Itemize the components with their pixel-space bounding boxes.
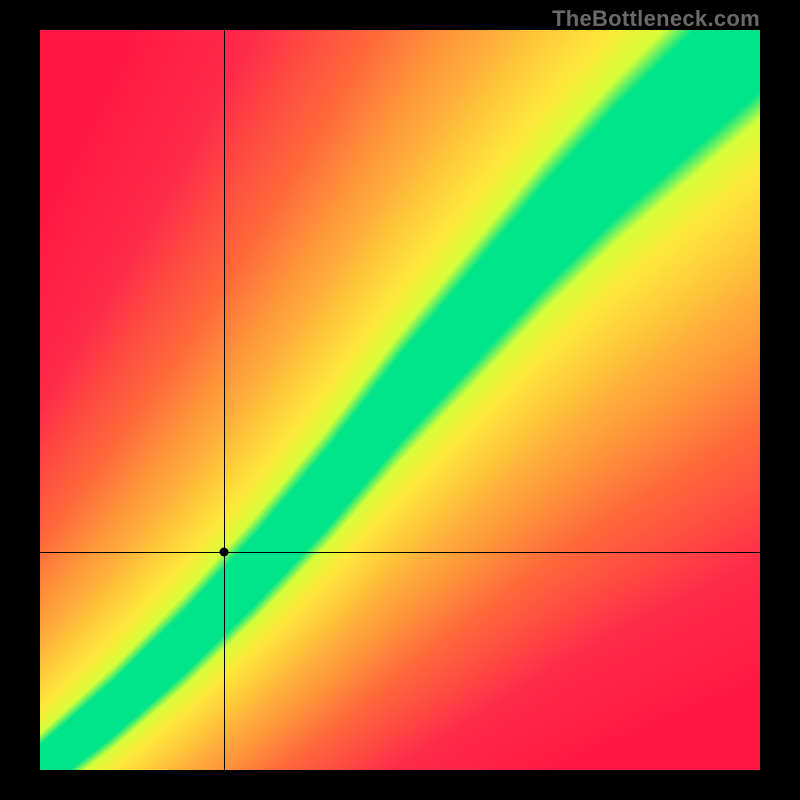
heatmap-canvas <box>40 30 760 770</box>
crosshair-marker-dot <box>219 547 228 556</box>
chart-frame: TheBottleneck.com <box>0 0 800 800</box>
watermark-text: TheBottleneck.com <box>552 6 760 32</box>
heatmap-plot <box>40 30 760 770</box>
crosshair-vertical <box>224 30 225 770</box>
crosshair-horizontal <box>40 552 760 553</box>
